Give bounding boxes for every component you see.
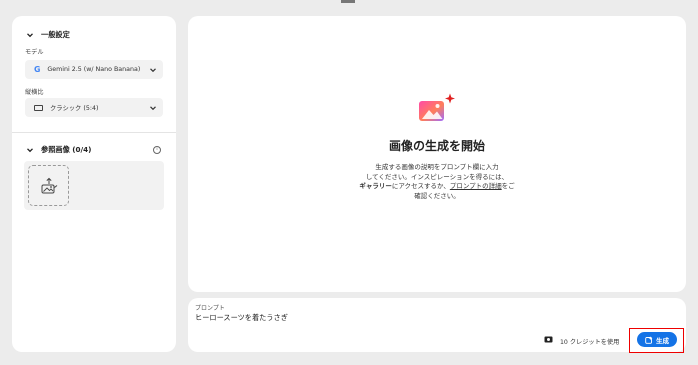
aspect-ratio-select[interactable]: クラシック (5:4): [25, 98, 163, 117]
desc-line-2: してください。インスピレーションを得るには、: [365, 172, 509, 181]
desc-line-4: 確認ください。: [414, 191, 460, 200]
prompt-label: プロンプト: [195, 305, 225, 312]
chevron-down-icon: [27, 33, 33, 38]
intro-description: 生成する画像の説明をプロンプト欄に入力 してください。インスピレーションを得るに…: [332, 163, 542, 201]
sidebar-divider: [12, 132, 176, 133]
reference-images-header[interactable]: 参照画像 (0/4): [26, 145, 91, 155]
prompt-input[interactable]: ヒーロースーツを着たうさぎ: [195, 313, 288, 323]
image-sparkle-icon: [419, 93, 455, 121]
reference-images-title: 参照画像 (0/4): [41, 145, 92, 154]
settings-sidebar: 一般設定 モデル G Gemini 2.5 (w/ Nano Banana) 縦…: [12, 16, 176, 352]
upload-image-icon: [41, 177, 57, 193]
model-select[interactable]: G Gemini 2.5 (w/ Nano Banana): [25, 60, 163, 79]
prompt-panel: プロンプト ヒーロースーツを着たうさぎ 10 クレジットを使用 生成: [188, 298, 686, 352]
desc-mid: にアクセスするか、: [391, 182, 450, 191]
highlight-box: [629, 328, 684, 353]
chevron-down-icon: [27, 148, 33, 153]
google-g-icon: G: [34, 65, 41, 74]
model-value: Gemini 2.5 (w/ Nano Banana): [47, 66, 141, 73]
chevron-down-icon: [150, 105, 156, 110]
gallery-link[interactable]: ギャラリー: [359, 182, 392, 190]
window-handle: [341, 0, 355, 3]
chevron-down-icon: [150, 67, 156, 72]
model-label: モデル: [25, 49, 44, 56]
credits-usage: 10 クレジットを使用: [560, 339, 620, 346]
upload-reference-button[interactable]: [28, 165, 69, 206]
prompt-details-link[interactable]: プロンプトの詳細: [450, 182, 502, 190]
aspect-ratio-icon: [34, 104, 43, 111]
page-title: 画像の生成を開始: [388, 139, 485, 153]
general-settings-header[interactable]: 一般設定: [26, 30, 70, 40]
desc-line-1: 生成する画像の説明をプロンプト欄に入力: [375, 163, 499, 171]
info-icon[interactable]: i: [153, 146, 161, 154]
general-settings-title: 一般設定: [41, 30, 70, 39]
aspect-ratio-value: クラシック (5:4): [50, 105, 99, 112]
credit-icon: [544, 336, 553, 343]
main-canvas: 画像の生成を開始 生成する画像の説明をプロンプト欄に入力 してください。インスピ…: [188, 16, 686, 292]
reference-images-area: [24, 161, 164, 210]
desc-after: をご: [501, 182, 515, 191]
aspect-ratio-label: 縦横比: [25, 89, 44, 96]
